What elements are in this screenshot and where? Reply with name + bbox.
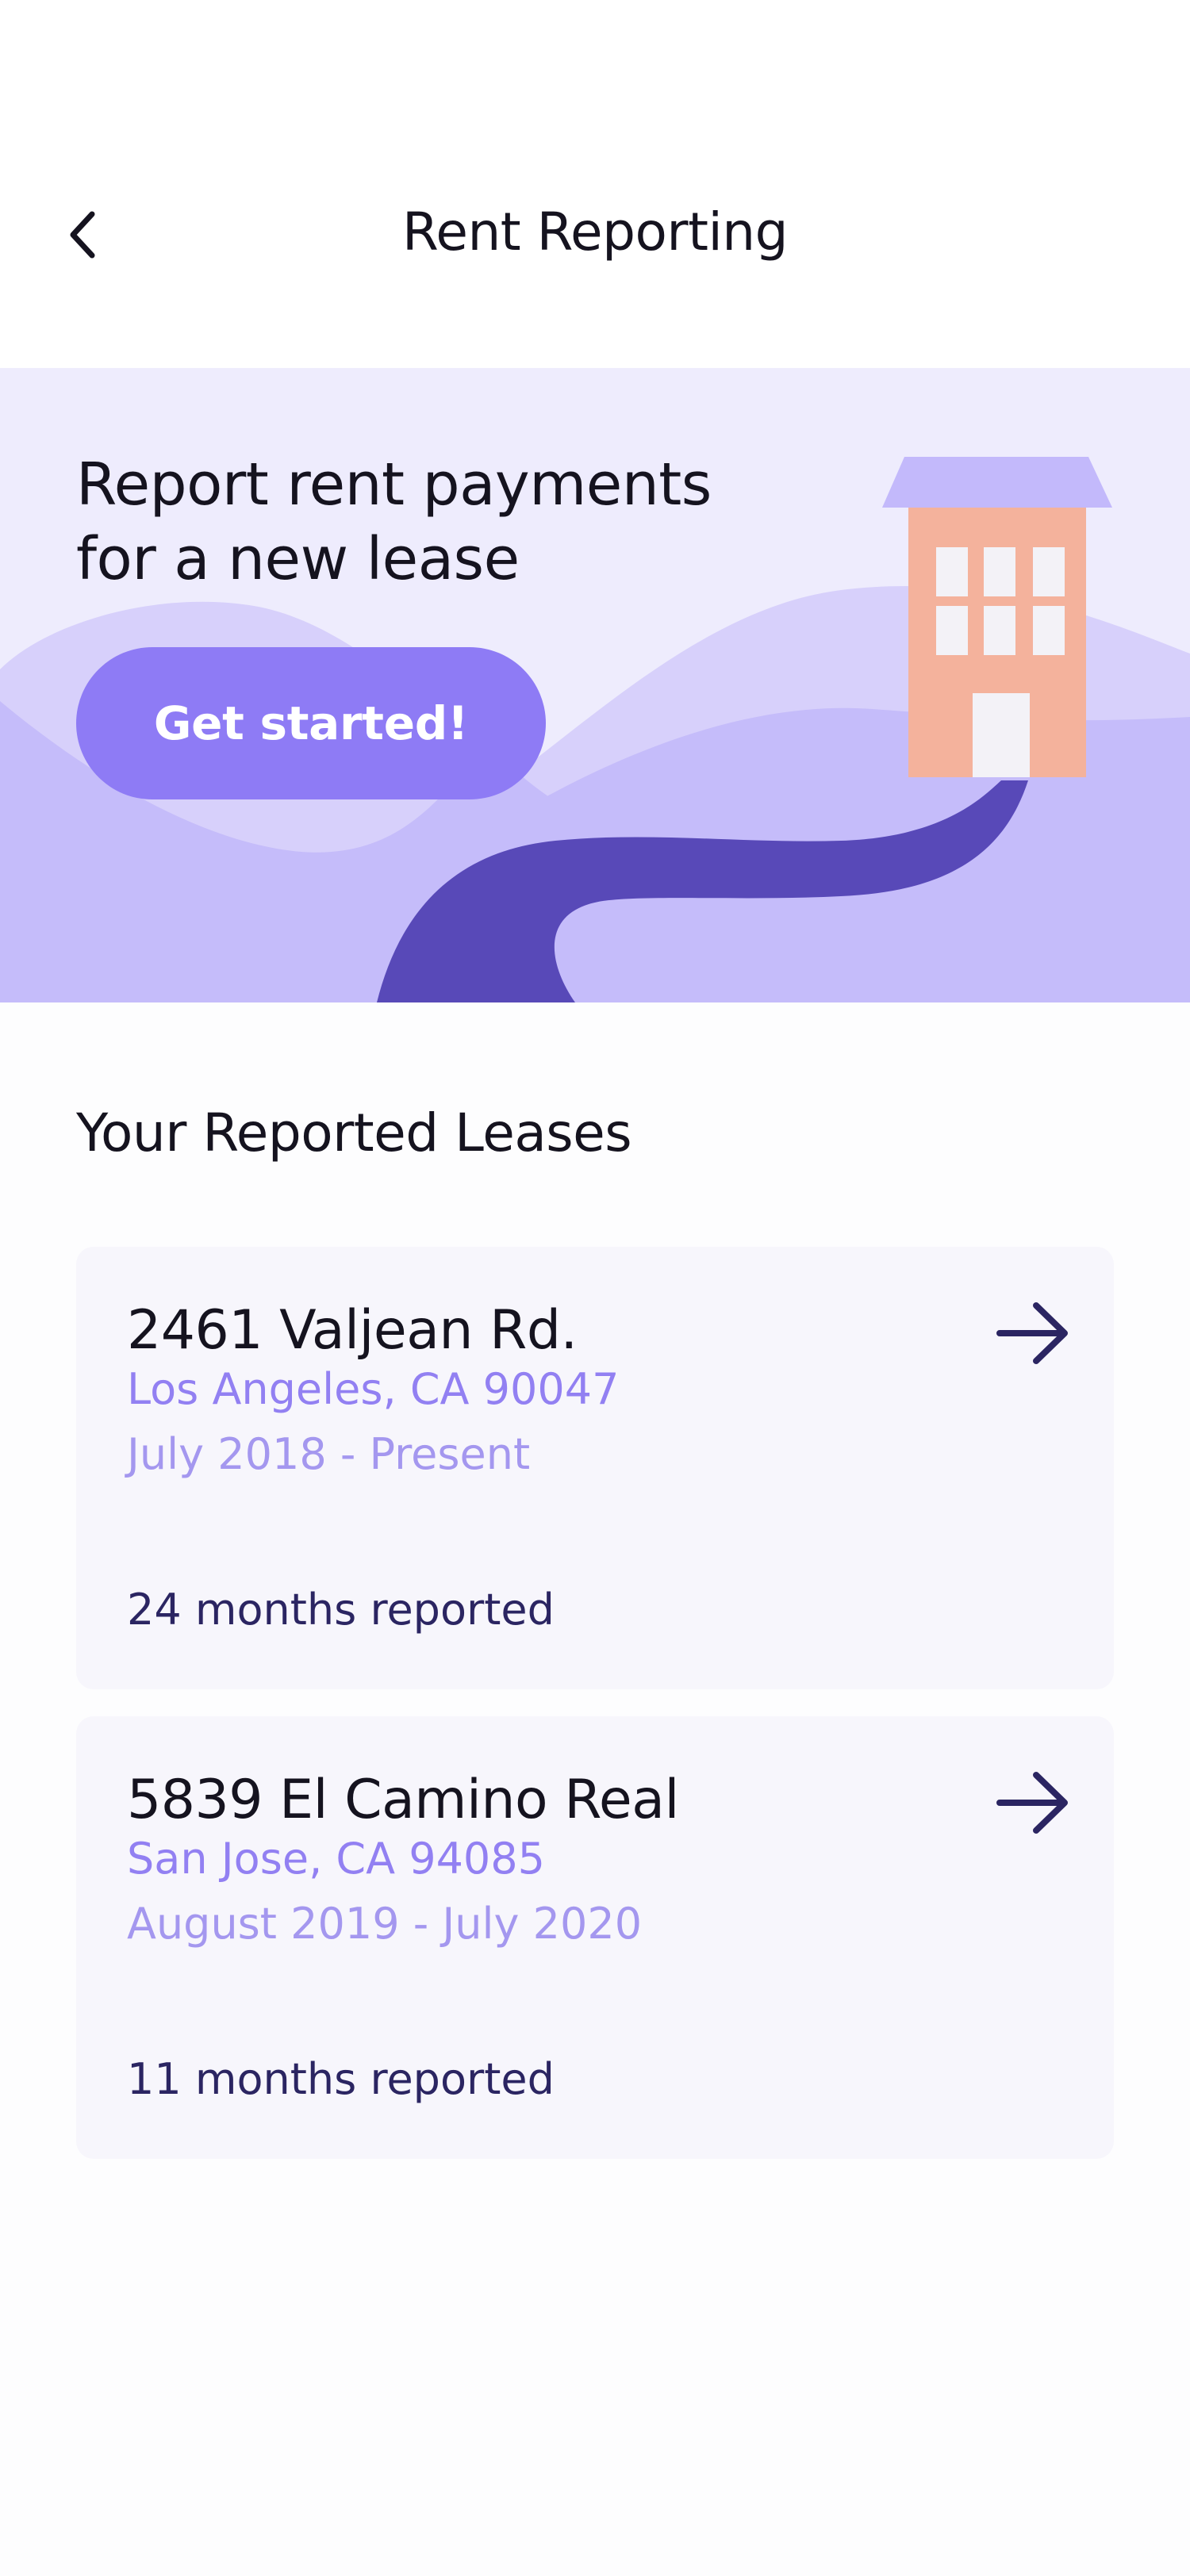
get-started-button[interactable]: Get started! <box>76 647 546 799</box>
banner-title-line-2: for a new lease <box>76 525 520 593</box>
lease-address: 5839 El Camino Real <box>127 1769 679 1831</box>
page-title: Rent Reporting <box>401 201 789 263</box>
arrow-right-icon[interactable] <box>993 1767 1073 1838</box>
top-bar: Rent Reporting <box>0 0 1190 368</box>
lease-months-reported: 24 months reported <box>127 1585 555 1635</box>
lease-dates: August 2019 - July 2020 <box>127 1899 643 1949</box>
lease-months-reported: 11 months reported <box>127 2054 555 2104</box>
lease-dates: July 2018 - Present <box>127 1429 531 1479</box>
banner-title-line-1: Report rent payments <box>76 450 712 519</box>
lease-city: San Jose, CA 94085 <box>127 1834 546 1884</box>
lease-card[interactable]: 5839 El Camino Real San Jose, CA 94085 A… <box>76 1716 1114 2159</box>
lease-address: 2461 Valjean Rd. <box>127 1299 578 1362</box>
arrow-right-icon[interactable] <box>993 1298 1073 1369</box>
lease-city: Los Angeles, CA 90047 <box>127 1364 620 1414</box>
section-title: Your Reported Leases <box>76 1102 632 1163</box>
lease-card[interactable]: 2461 Valjean Rd. Los Angeles, CA 90047 J… <box>76 1247 1114 1689</box>
new-lease-banner: Report rent payments for a new lease Get… <box>0 368 1190 1002</box>
banner-title: Report rent payments for a new lease <box>76 447 790 596</box>
